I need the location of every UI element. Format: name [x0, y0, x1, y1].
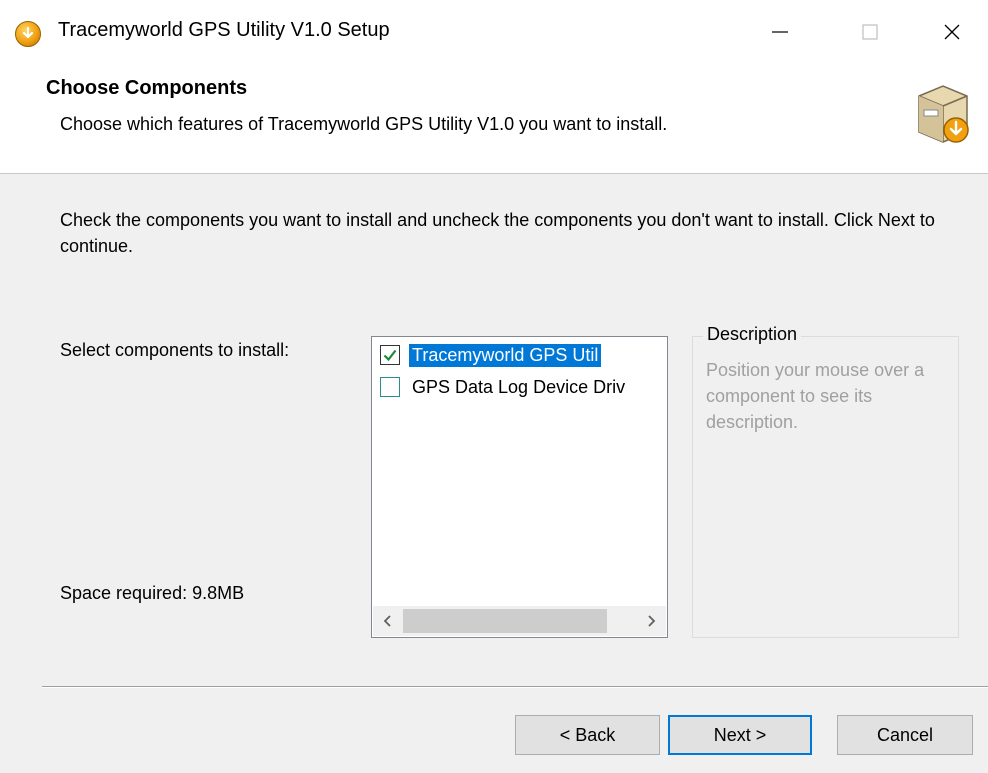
- component-checkbox-device-driver[interactable]: [380, 377, 400, 397]
- instructions-text: Check the components you want to install…: [60, 210, 935, 256]
- chevron-right-icon: [648, 615, 656, 627]
- next-button[interactable]: Next >: [668, 715, 812, 755]
- page-header: Choose Components Choose which features …: [0, 64, 988, 174]
- component-checkbox-gps-utility[interactable]: [380, 345, 400, 365]
- horizontal-scrollbar[interactable]: [373, 606, 666, 636]
- maximize-button[interactable]: [825, 0, 915, 64]
- checkmark-icon: [383, 349, 397, 362]
- close-icon: [944, 24, 959, 40]
- maximize-icon: [862, 24, 878, 40]
- installer-icon: [15, 21, 41, 47]
- components-list[interactable]: Tracemyworld GPS Util GPS Data Log Devic…: [371, 336, 668, 638]
- space-required-label: Space required: 9.8MB: [60, 583, 245, 603]
- chevron-left-icon: [383, 615, 391, 627]
- minimize-icon: [772, 31, 788, 33]
- footer-divider: [42, 686, 988, 688]
- scroll-left-button[interactable]: [373, 606, 403, 636]
- scroll-right-button[interactable]: [636, 606, 666, 636]
- component-item-gps-utility[interactable]: Tracemyworld GPS Util: [380, 341, 667, 369]
- component-item-device-driver[interactable]: GPS Data Log Device Driv: [380, 373, 667, 401]
- component-label-gps-utility: Tracemyworld GPS Util: [409, 343, 602, 367]
- description-legend: Description: [703, 324, 802, 345]
- minimize-button[interactable]: [735, 0, 825, 64]
- scroll-track[interactable]: [403, 606, 636, 636]
- description-group: Description Position your mouse over a c…: [692, 324, 959, 638]
- back-button[interactable]: < Back: [515, 715, 660, 755]
- cancel-button[interactable]: Cancel: [837, 715, 973, 755]
- title-bar: Tracemyworld GPS Utility V1.0 Setup: [0, 0, 988, 64]
- component-label-device-driver: GPS Data Log Device Driv: [412, 376, 626, 397]
- description-text: Position your mouse over a component to …: [706, 360, 925, 432]
- install-box-icon: [913, 80, 973, 148]
- page-subtitle: Choose which features of Tracemyworld GP…: [60, 114, 668, 134]
- scroll-thumb[interactable]: [403, 609, 607, 633]
- select-components-label: Select components to install:: [60, 340, 290, 360]
- window-title: Tracemyworld GPS Utility V1.0 Setup: [58, 19, 390, 41]
- close-button[interactable]: [915, 0, 988, 64]
- page-title: Choose Components: [46, 77, 248, 99]
